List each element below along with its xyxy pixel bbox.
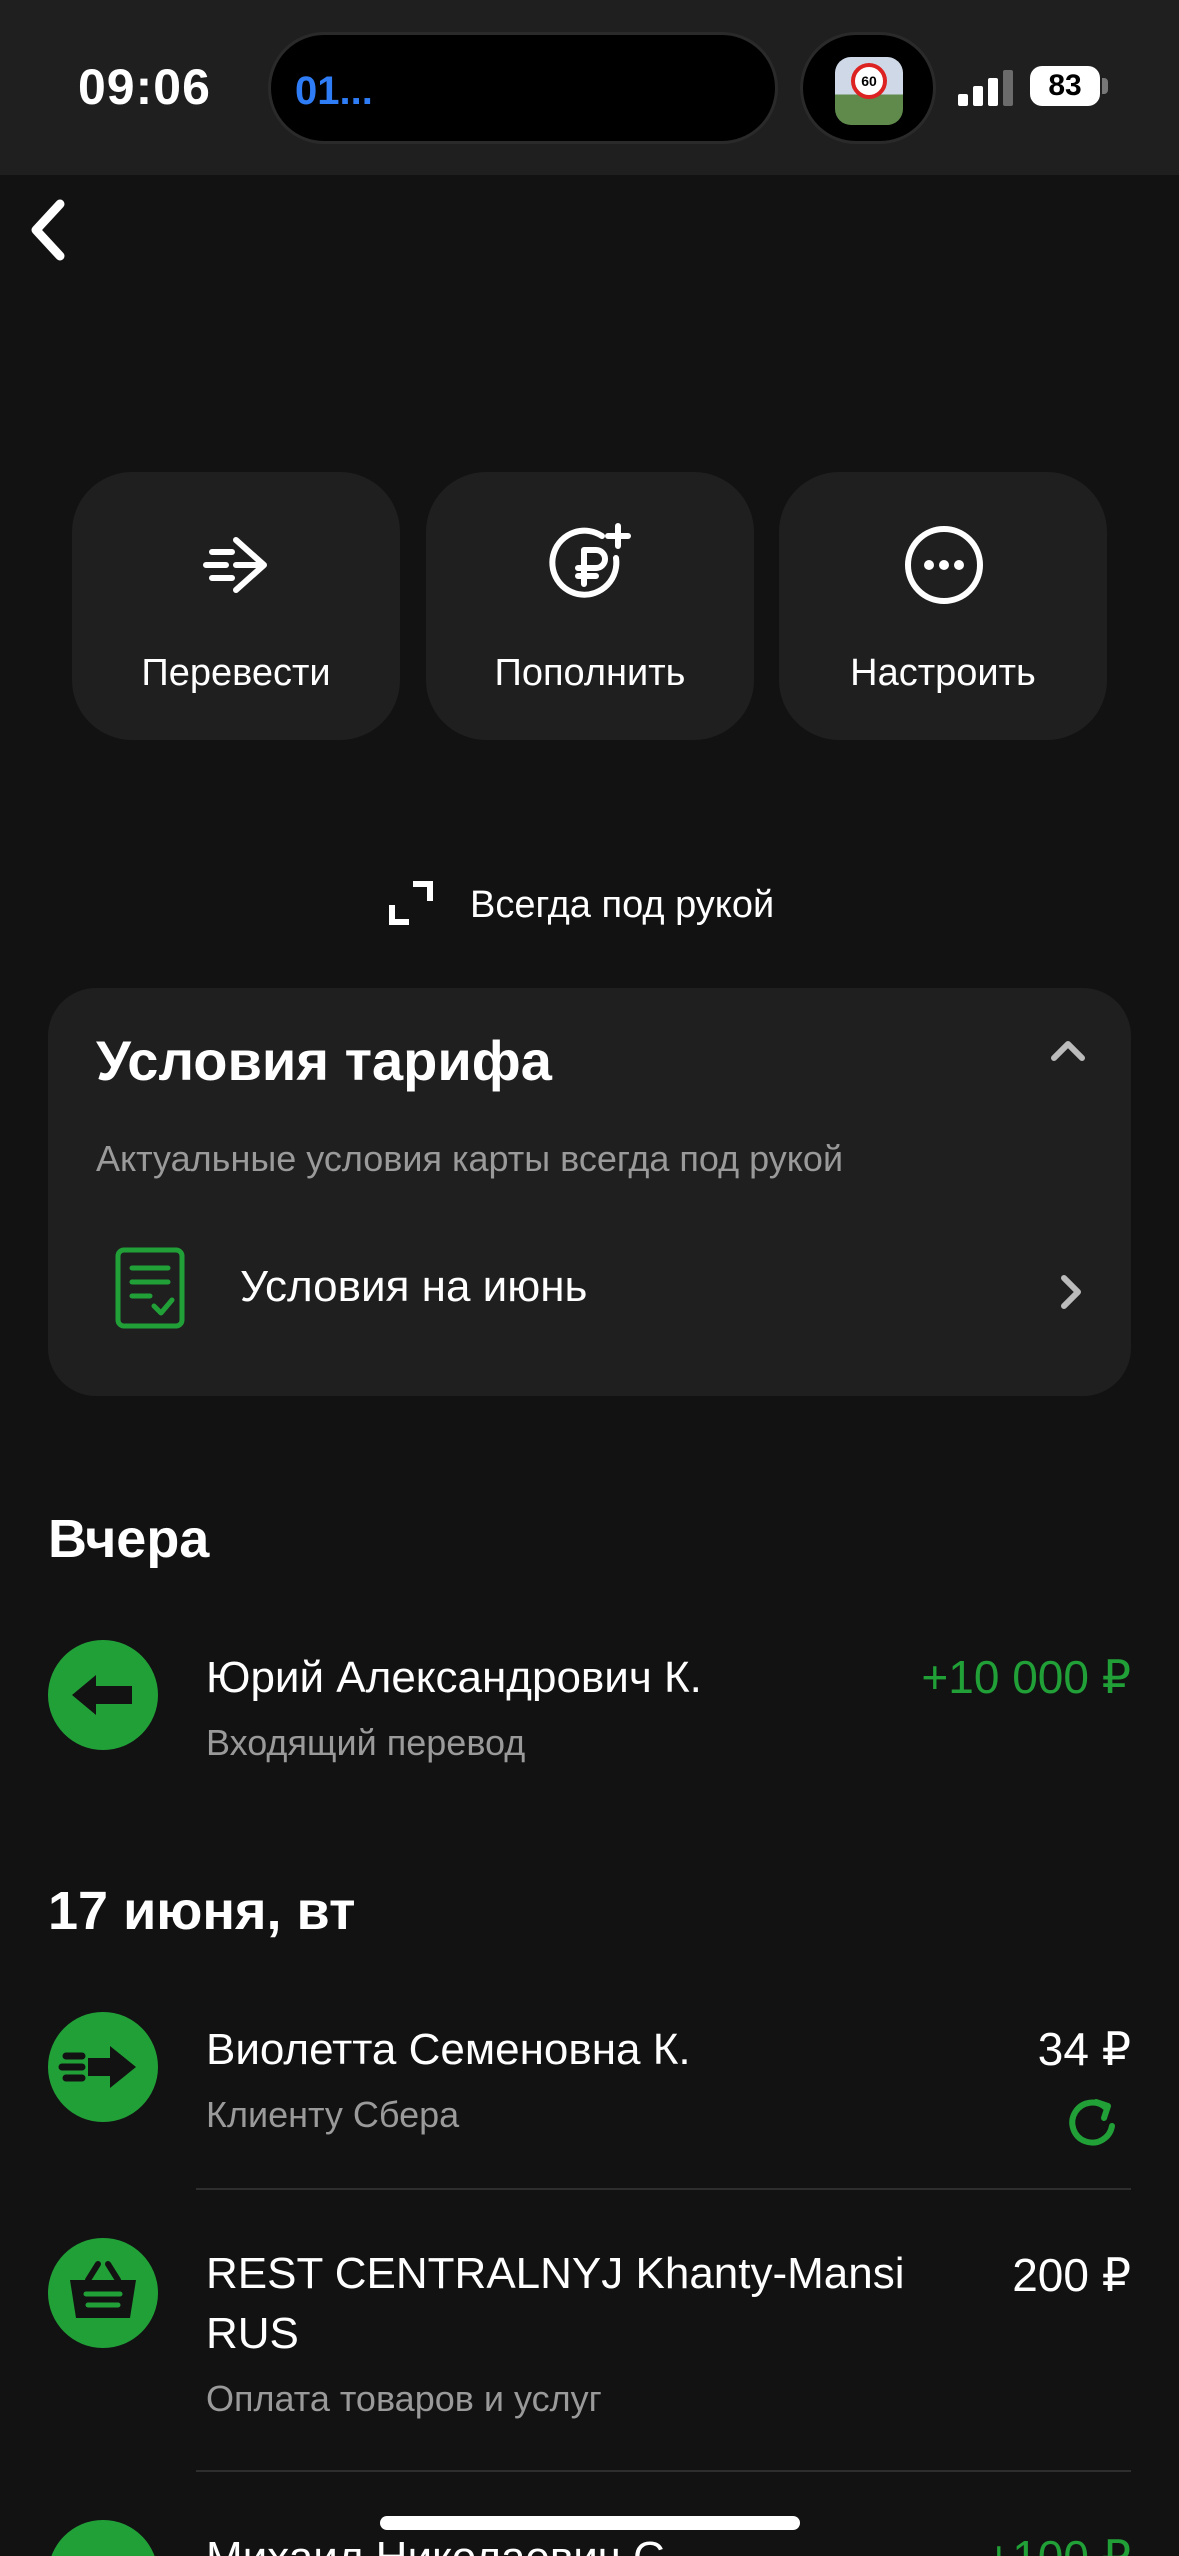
top-up-ruble-icon: [549, 523, 631, 598]
transaction-amount: 34 ₽: [1037, 2023, 1131, 2075]
incoming-transfer-icon: [48, 1640, 158, 1750]
transaction-name-line: REST CENTRALNYJ Khanty-Mansi: [206, 2249, 905, 2298]
cellular-signal-icon: [958, 70, 1013, 106]
chevron-right-icon[interactable]: [1058, 1272, 1084, 1312]
june-conditions-link[interactable]: Условия на июнь: [240, 1262, 587, 1312]
transaction-type: Клиенту Сбера: [206, 2094, 460, 2135]
transaction-amount: +100 ₽: [985, 2530, 1131, 2556]
transaction-name: Михаил Николаевич С.: [206, 2528, 677, 2556]
transaction-type: Входящий перевод: [206, 1722, 526, 1763]
back-chevron-icon[interactable]: [20, 190, 90, 270]
tariff-card-subtitle: Актуальные условия карты всегда под руко…: [96, 1138, 844, 1179]
always-at-hand-button[interactable]: Всегда под рукой: [0, 878, 1179, 938]
battery-nub: [1102, 78, 1108, 94]
battery-indicator: 83: [1030, 66, 1100, 106]
status-time: 09:06: [78, 59, 211, 115]
repeat-icon[interactable]: [1064, 2092, 1124, 2152]
tariff-card-title: Условия тарифа: [96, 1029, 552, 1092]
shopping-basket-icon: [48, 2238, 158, 2348]
section-header-june-17: 17 июня, вт: [48, 1881, 356, 1941]
transaction-name: REST CENTRALNYJ Khanty-Mansi RUS: [206, 2244, 905, 2364]
transaction-amount: 200 ₽: [1012, 2249, 1131, 2301]
status-bar: 09:06 01... 60 83: [0, 0, 1179, 261]
more-dots-icon: [905, 526, 983, 604]
list-divider: [196, 2470, 1131, 2472]
outgoing-transfer-icon: [48, 2012, 158, 2122]
list-divider: [196, 2188, 1131, 2190]
navigation-app-icon: 60: [835, 57, 903, 125]
settings-button[interactable]: Настроить: [779, 472, 1107, 740]
tariff-conditions-card: Условия тарифа Актуальные условия карты …: [48, 988, 1131, 1396]
transaction-amount: +10 000 ₽: [921, 1651, 1131, 1703]
always-at-hand-label: Всегда под рукой: [470, 884, 775, 926]
dynamic-island[interactable]: 01...: [268, 32, 778, 144]
speed-limit-sign: 60: [851, 63, 887, 99]
transfer-button[interactable]: Перевести: [72, 472, 400, 740]
incoming-transfer-icon: [48, 2520, 158, 2556]
top-up-button[interactable]: Пополнить: [426, 472, 754, 740]
island-activity-text: 01...: [295, 69, 373, 113]
settings-label: Настроить: [850, 652, 1036, 694]
transaction-name-line: RUS: [206, 2309, 299, 2358]
live-activity-bubble[interactable]: 60: [800, 32, 936, 144]
expand-corners-icon: [389, 881, 433, 925]
transfer-arrow-icon: [203, 537, 267, 593]
home-indicator[interactable]: [380, 2516, 800, 2530]
transfer-label: Перевести: [141, 652, 331, 694]
chevron-up-icon[interactable]: [1048, 1036, 1088, 1066]
transaction-name: Юрий Александрович К.: [206, 1653, 702, 1702]
section-header-yesterday: Вчера: [48, 1509, 210, 1569]
transaction-type: Оплата товаров и услуг: [206, 2378, 602, 2419]
transaction-name: Виолетта Семеновна К.: [206, 2025, 691, 2074]
top-up-label: Пополнить: [494, 652, 686, 694]
document-check-icon: [115, 1247, 185, 1329]
